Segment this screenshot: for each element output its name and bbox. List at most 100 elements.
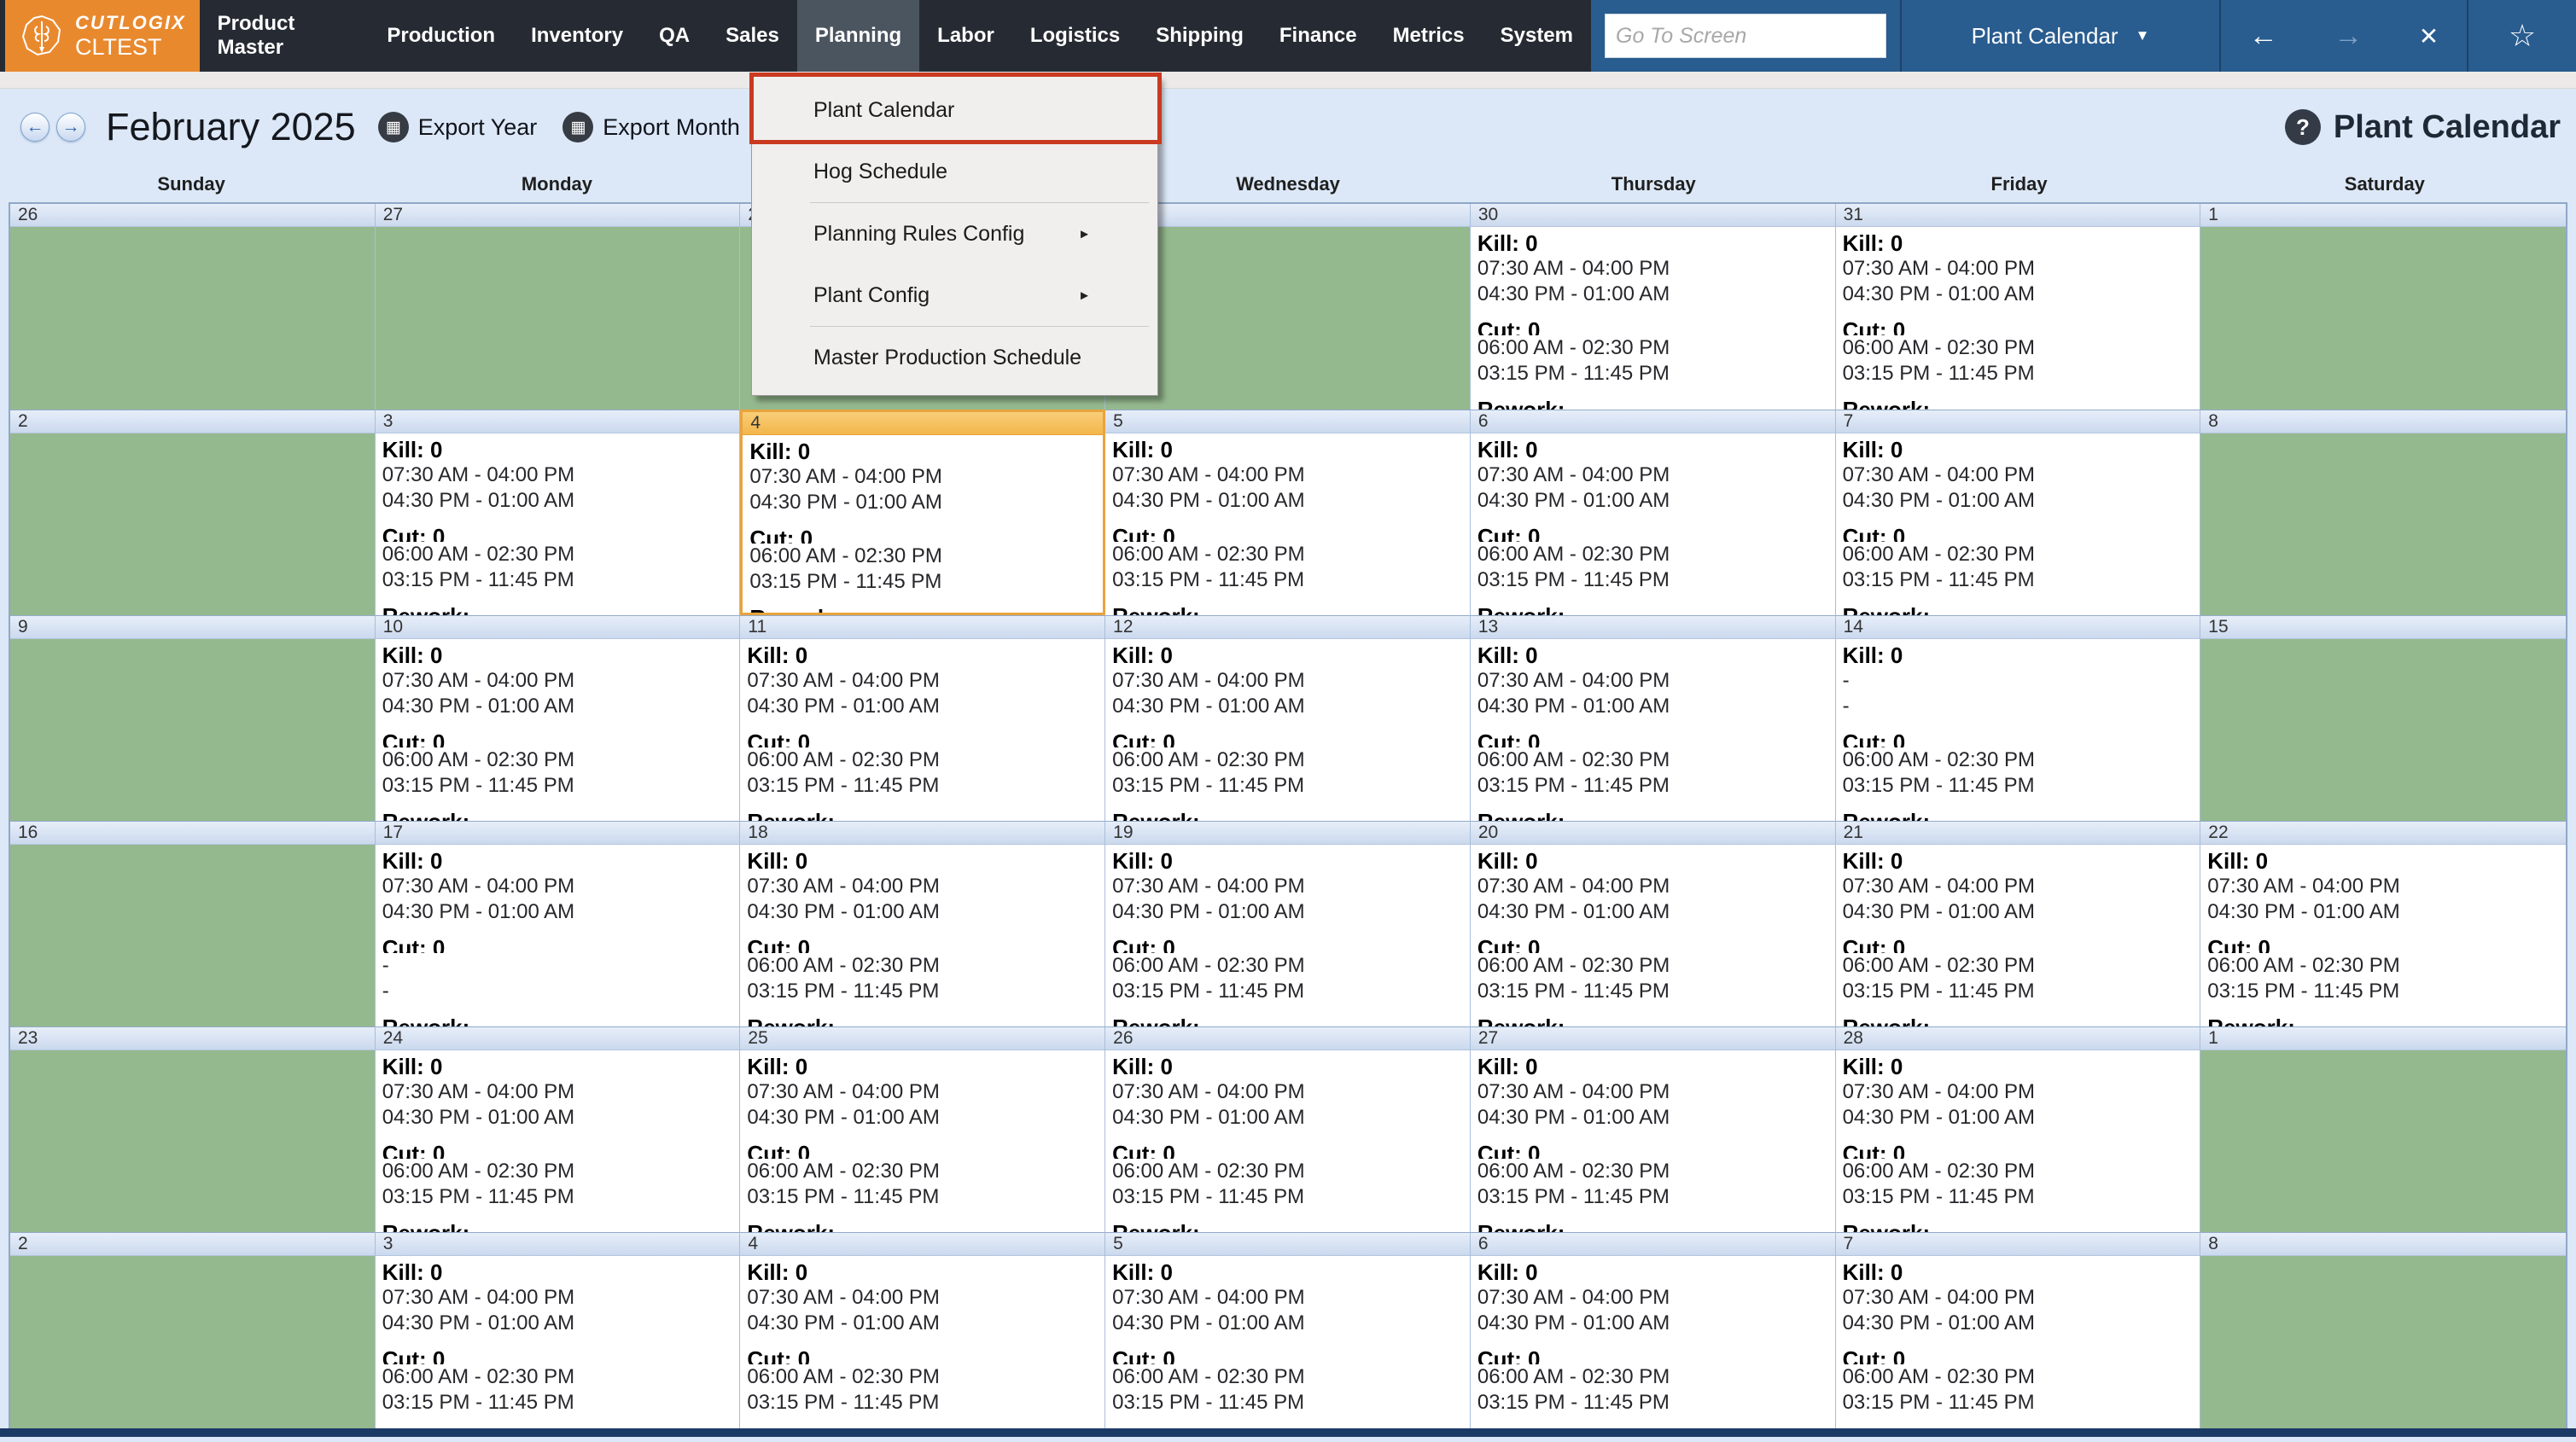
calendar-cell-day-30[interactable]: 30Kill: 007:30 AM - 04:00 PM04:30 PM - 0…	[1471, 204, 1836, 410]
calendar-cell-day-3[interactable]: 3Kill: 007:30 AM - 04:00 PM04:30 PM - 01…	[376, 1232, 741, 1430]
calendar-cell-day-5[interactable]: 5Kill: 007:30 AM - 04:00 PM04:30 PM - 01…	[1105, 1232, 1471, 1430]
back-icon[interactable]: ←	[2249, 20, 2278, 53]
nav-item-planning[interactable]: Planning	[797, 0, 919, 72]
calendar-cell-day-26[interactable]: 26	[10, 204, 376, 410]
cut-shift-time: -	[382, 979, 733, 1004]
nav-item-system[interactable]: System	[1483, 0, 1591, 72]
calendar-cell-day-10[interactable]: 10Kill: 007:30 AM - 04:00 PM04:30 PM - 0…	[376, 615, 741, 821]
help-icon[interactable]: ?	[2285, 109, 2321, 145]
export-month-button[interactable]: ▦ Export Month	[562, 112, 740, 142]
rework-label: Rework:	[1477, 1015, 1828, 1026]
prev-month-button[interactable]: ←	[20, 113, 50, 142]
calendar-cell-day-25[interactable]: 25Kill: 007:30 AM - 04:00 PM04:30 PM - 0…	[740, 1026, 1105, 1232]
kill-label: Kill: 0	[749, 439, 1096, 464]
rework-label: Rework:	[1112, 1015, 1463, 1026]
cut-shift-time: 03:15 PM - 11:45 PM	[1112, 1184, 1463, 1210]
menu-item-hog-schedule[interactable]: Hog Schedule	[752, 141, 1157, 202]
cut-shift-time: 03:15 PM - 11:45 PM	[1843, 773, 2194, 799]
calendar-cell-day-7[interactable]: 7Kill: 007:30 AM - 04:00 PM04:30 PM - 01…	[1836, 1232, 2201, 1430]
kill-shift-time: -	[1843, 694, 2194, 719]
calendar-cell-day-13[interactable]: 13Kill: 007:30 AM - 04:00 PM04:30 PM - 0…	[1471, 615, 1836, 821]
calendar-cell-day-31[interactable]: 31Kill: 007:30 AM - 04:00 PM04:30 PM - 0…	[1836, 204, 2201, 410]
calendar-cell-day-1[interactable]: 1	[2200, 204, 2566, 410]
kill-label: Kill: 0	[1112, 1259, 1463, 1285]
nav-item-sales[interactable]: Sales	[708, 0, 797, 72]
spacer	[1112, 593, 1463, 603]
calendar-cell-day-6[interactable]: 6Kill: 007:30 AM - 04:00 PM04:30 PM - 01…	[1471, 1232, 1836, 1430]
calendar-cell-day-20[interactable]: 20Kill: 007:30 AM - 04:00 PM04:30 PM - 0…	[1471, 821, 1836, 1026]
calendar-cell-day-26[interactable]: 26Kill: 007:30 AM - 04:00 PM04:30 PM - 0…	[1105, 1026, 1471, 1232]
calendar-cell-day-24[interactable]: 24Kill: 007:30 AM - 04:00 PM04:30 PM - 0…	[376, 1026, 741, 1232]
calendar-cell-day-14[interactable]: 14Kill: 0--Cut: 006:00 AM - 02:30 PM03:1…	[1836, 615, 2201, 821]
cut-shift-time: 03:15 PM - 11:45 PM	[747, 1184, 1098, 1210]
calendar-cell-day-29[interactable]: 29	[1105, 204, 1471, 410]
cut-label: Cut: 0	[1843, 1141, 2194, 1159]
calendar-cell-day-2[interactable]: 2	[10, 410, 376, 615]
day-number: 3	[376, 1233, 740, 1256]
calendar-cell-day-8[interactable]: 8	[2200, 410, 2566, 615]
calendar-cell-day-28[interactable]: 28Kill: 007:30 AM - 04:00 PM04:30 PM - 0…	[1836, 1026, 2201, 1232]
calendar-cell-day-17[interactable]: 17Kill: 007:30 AM - 04:00 PM04:30 PM - 0…	[376, 821, 741, 1026]
day-number: 26	[1105, 1027, 1470, 1050]
environment-name: CLTEST	[75, 35, 186, 59]
kill-shift-time: 04:30 PM - 01:00 AM	[382, 1311, 733, 1336]
spacer	[1843, 1131, 2194, 1141]
spacer	[1112, 719, 1463, 730]
nav-item-production[interactable]: Production	[369, 0, 513, 72]
export-year-button[interactable]: ▦ Export Year	[378, 112, 538, 142]
menu-item-plant-config[interactable]: Plant Config►	[752, 265, 1157, 326]
kill-shift-time: 07:30 AM - 04:00 PM	[747, 668, 1098, 694]
calendar-cell-day-11[interactable]: 11Kill: 007:30 AM - 04:00 PM04:30 PM - 0…	[740, 615, 1105, 821]
day-number: 23	[10, 1027, 375, 1050]
spacer	[1112, 1131, 1463, 1141]
nav-item-finance[interactable]: Finance	[1262, 0, 1375, 72]
nav-item-product-master[interactable]: Product Master	[200, 0, 370, 72]
calendar-cell-day-8[interactable]: 8	[2200, 1232, 2566, 1430]
day-number: 8	[2200, 410, 2566, 433]
spacer	[382, 1210, 733, 1220]
calendar-cell-day-6[interactable]: 6Kill: 007:30 AM - 04:00 PM04:30 PM - 01…	[1471, 410, 1836, 615]
calendar-cell-day-27[interactable]: 27	[376, 204, 741, 410]
calendar-cell-day-23[interactable]: 23	[10, 1026, 376, 1232]
menu-item-planning-rules-config[interactable]: Planning Rules Config►	[752, 203, 1157, 265]
calendar-cell-day-4[interactable]: 4Kill: 007:30 AM - 04:00 PM04:30 PM - 01…	[740, 410, 1105, 615]
calendar-cell-day-9[interactable]: 9	[10, 615, 376, 821]
forward-icon[interactable]: →	[2334, 20, 2363, 53]
weekday-label-wednesday: Wednesday	[1105, 166, 1471, 202]
nav-item-logistics[interactable]: Logistics	[1012, 0, 1138, 72]
screen-selector[interactable]: Plant Calendar ▼	[1902, 23, 2219, 49]
submenu-arrow-icon: ►	[1078, 227, 1091, 241]
calendar-cell-day-5[interactable]: 5Kill: 007:30 AM - 04:00 PM04:30 PM - 01…	[1105, 410, 1471, 615]
day-body: Kill: 007:30 AM - 04:00 PM04:30 PM - 01:…	[1105, 845, 1470, 1026]
menu-item-plant-calendar[interactable]: Plant Calendar	[752, 79, 1157, 141]
calendar-cell-day-21[interactable]: 21Kill: 007:30 AM - 04:00 PM04:30 PM - 0…	[1836, 821, 2201, 1026]
go-to-screen-input[interactable]	[1605, 14, 1886, 58]
calendar-cell-day-15[interactable]: 15	[2200, 615, 2566, 821]
favorite-star-icon[interactable]: ☆	[2509, 18, 2536, 54]
calendar-cell-day-16[interactable]: 16	[10, 821, 376, 1026]
calendar-cell-day-12[interactable]: 12Kill: 007:30 AM - 04:00 PM04:30 PM - 0…	[1105, 615, 1471, 821]
cut-label: Cut: 0	[382, 1141, 733, 1159]
calendar-cell-day-2[interactable]: 2	[10, 1232, 376, 1430]
calendar-cell-day-22[interactable]: 22Kill: 007:30 AM - 04:00 PM04:30 PM - 0…	[2200, 821, 2566, 1026]
calendar-cell-day-18[interactable]: 18Kill: 007:30 AM - 04:00 PM04:30 PM - 0…	[740, 821, 1105, 1026]
nav-item-shipping[interactable]: Shipping	[1138, 0, 1262, 72]
cut-shift-time: 03:15 PM - 11:45 PM	[382, 1390, 733, 1416]
nav-item-qa[interactable]: QA	[641, 0, 708, 72]
nav-item-labor[interactable]: Labor	[919, 0, 1012, 72]
calendar-cell-day-4[interactable]: 4Kill: 007:30 AM - 04:00 PM04:30 PM - 01…	[740, 1232, 1105, 1430]
nav-item-metrics[interactable]: Metrics	[1375, 0, 1483, 72]
calendar-cell-day-19[interactable]: 19Kill: 007:30 AM - 04:00 PM04:30 PM - 0…	[1105, 821, 1471, 1026]
close-icon[interactable]: ✕	[2419, 22, 2439, 50]
spacer	[747, 1004, 1098, 1015]
calendar-cell-day-7[interactable]: 7Kill: 007:30 AM - 04:00 PM04:30 PM - 01…	[1836, 410, 2201, 615]
next-month-button[interactable]: →	[56, 113, 85, 142]
rework-label: Rework:	[747, 1015, 1098, 1026]
kill-shift-time: 07:30 AM - 04:00 PM	[382, 462, 733, 488]
calendar-cell-day-3[interactable]: 3Kill: 007:30 AM - 04:00 PM04:30 PM - 01…	[376, 410, 741, 615]
calendar-cell-day-27[interactable]: 27Kill: 007:30 AM - 04:00 PM04:30 PM - 0…	[1471, 1026, 1836, 1232]
nav-item-inventory[interactable]: Inventory	[513, 0, 641, 72]
cut-shift-time: 03:15 PM - 11:45 PM	[382, 1184, 733, 1210]
menu-item-master-production-schedule[interactable]: Master Production Schedule	[752, 327, 1157, 388]
calendar-cell-day-1[interactable]: 1	[2200, 1026, 2566, 1232]
